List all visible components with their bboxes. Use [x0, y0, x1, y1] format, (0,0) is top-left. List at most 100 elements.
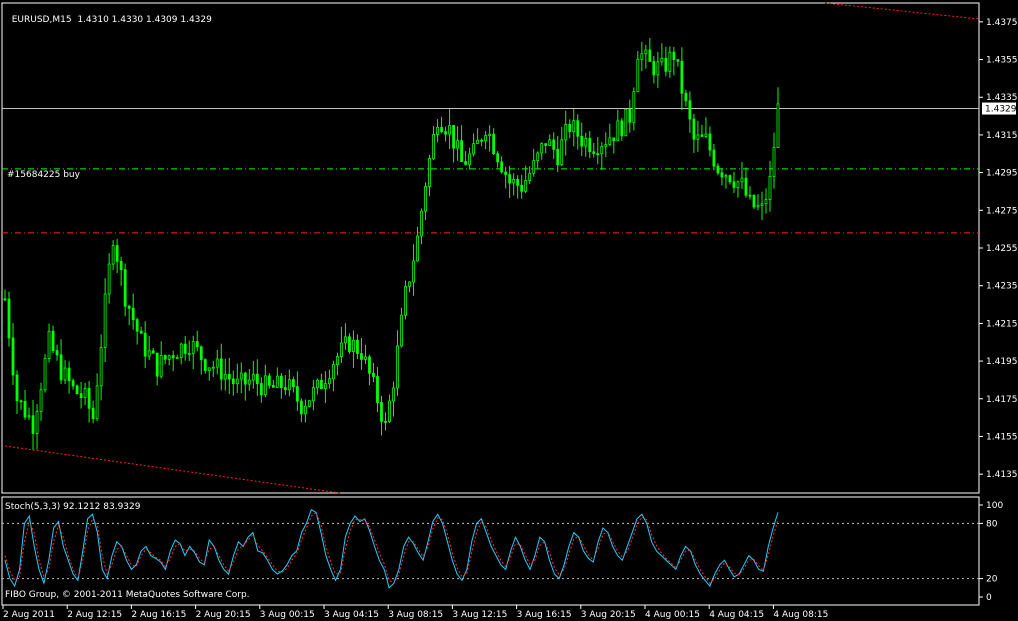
time-tick-label: 2 Aug 2011: [3, 610, 55, 620]
candle-body: [147, 350, 151, 357]
candle-body: [247, 379, 251, 385]
candle-body: [744, 177, 748, 196]
stoch-main-line: [4, 508, 779, 589]
price-tick-label: 1.4315: [986, 131, 1018, 141]
candle-body: [708, 133, 712, 151]
candle-body: [712, 149, 716, 167]
candle-body: [91, 407, 95, 420]
candle-body: [420, 210, 423, 237]
candle-body: [760, 203, 764, 206]
candle-body: [632, 91, 636, 123]
price-tick-label: 1.4275: [986, 206, 1018, 216]
stochastic-panel: [2, 508, 979, 589]
price-tick-label: 1.4335: [986, 93, 1018, 103]
candle-body: [376, 376, 379, 403]
candle-body: [536, 152, 540, 162]
candle-body: [143, 332, 147, 357]
candle-body: [291, 379, 295, 387]
candle-body: [380, 402, 383, 422]
candle-body: [656, 61, 660, 76]
candle-body: [580, 135, 584, 147]
candle-body: [368, 356, 371, 374]
candle-body: [11, 337, 15, 376]
stoch-tick-label: 20: [986, 575, 998, 585]
candle-body: [624, 108, 628, 137]
candle-body: [596, 153, 600, 156]
candle-body: [87, 388, 91, 409]
candle-body: [151, 350, 155, 354]
candle-body: [772, 147, 776, 177]
price-tick-label: 1.4235: [986, 282, 1018, 292]
candle-body: [700, 134, 704, 137]
candle-body: [680, 60, 684, 94]
candle-body: [572, 120, 576, 133]
candle-body: [412, 260, 415, 283]
candle-body: [476, 139, 480, 145]
candle-body: [119, 260, 123, 271]
candle-body: [720, 172, 724, 178]
candle-body: [752, 194, 756, 208]
candle-body: [63, 367, 67, 381]
candle-body: [768, 175, 772, 200]
price-tick-label: 1.4375: [986, 18, 1018, 28]
candle-body: [328, 378, 331, 385]
candle-body: [219, 358, 223, 380]
candle-body: [444, 131, 447, 135]
candle-body: [43, 358, 47, 391]
candle-body: [500, 161, 504, 173]
chart-canvas: 1.4375 1.4355 1.4335 1.4315 1.4295 1.4275 1.42…: [1, 2, 1018, 620]
candle-body: [259, 383, 263, 396]
candle-body: [195, 341, 199, 348]
candle-body: [79, 393, 83, 399]
candle-body: [183, 343, 187, 354]
candle-body: [227, 373, 231, 380]
candle-body: [564, 123, 568, 141]
candle-body: [324, 383, 327, 389]
candle-body: [388, 400, 391, 422]
candle-body: [47, 330, 51, 360]
candle-body: [163, 355, 167, 360]
candle-body: [235, 378, 239, 385]
price-tick-label: 1.4175: [986, 395, 1018, 405]
candle-body: [283, 387, 287, 391]
price-tick-label: 1.4215: [986, 319, 1018, 329]
candle-body: [740, 177, 744, 183]
copyright-text: FIBO Group, © 2001-2011 MetaQuotes Softw…: [5, 590, 250, 600]
time-tick-label: 3 Aug 20:15: [581, 610, 636, 620]
time-tick-label: 3 Aug 12:15: [452, 610, 507, 620]
stoch-tick-label: 80: [986, 519, 998, 529]
candle-body: [668, 51, 672, 72]
candle-body: [316, 379, 319, 389]
candle-body: [468, 153, 472, 165]
time-tick-label: 4 Aug 08:15: [773, 610, 828, 620]
candle-body: [628, 108, 632, 123]
candle-body: [287, 379, 291, 391]
candle-body: [728, 175, 732, 183]
candle-body: [99, 347, 103, 387]
candle-body: [392, 387, 395, 402]
candle-body: [239, 372, 243, 380]
candle-body: [640, 53, 644, 60]
candle-body: [55, 350, 59, 356]
chart-title: EURUSD,M15 1.4310 1.4330 1.4309 1.4329: [6, 5, 212, 25]
candle-body: [568, 123, 572, 133]
price-axis: 1.4375 1.4355 1.4335 1.4315 1.4295 1.4275 1.42…: [979, 18, 1018, 480]
candle-body: [540, 143, 544, 154]
candle-body: [748, 194, 752, 197]
candle-body: [356, 339, 359, 354]
candle-body: [576, 120, 580, 137]
candle-body: [364, 356, 367, 360]
candle-body: [456, 140, 459, 149]
candle-body: [672, 51, 676, 60]
ohlc-header: 1.4310 1.4330 1.4309 1.4329: [77, 15, 212, 25]
candle-body: [776, 103, 780, 149]
candle-body: [95, 385, 99, 420]
candle-body: [520, 184, 524, 192]
candle-body: [263, 375, 267, 396]
lower-trendline: [4, 445, 341, 494]
price-tick-label: 1.4255: [986, 244, 1018, 254]
candle-body: [39, 389, 43, 412]
candle-body: [279, 375, 283, 389]
candle-body: [644, 49, 648, 55]
candle-body: [352, 339, 355, 352]
